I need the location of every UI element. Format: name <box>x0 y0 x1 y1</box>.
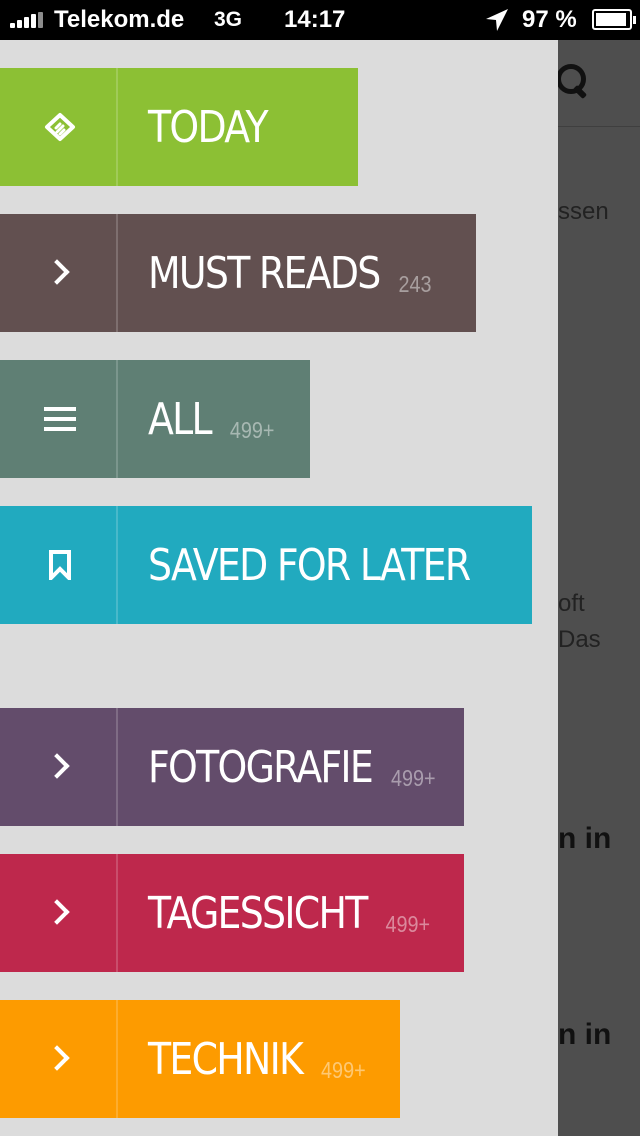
unread-count: 499+ <box>321 1056 366 1083</box>
nav-item-label: TODAY <box>148 68 269 186</box>
nav-item-title: ALL <box>148 393 213 445</box>
nav-item-label: SAVED FOR LATER <box>148 506 471 624</box>
status-time: 14:17 <box>284 6 346 33</box>
feed-snippet: n in <box>558 1018 612 1051</box>
nav-item-icon-cell <box>0 708 118 826</box>
feed-snippet: oft <box>558 590 585 617</box>
network-type: 3G <box>214 8 243 31</box>
battery-icon <box>592 9 636 30</box>
nav-item-label: TECHNIK 499+ <box>148 1000 366 1118</box>
search-icon[interactable] <box>558 64 592 100</box>
nav-item-technik[interactable]: TECHNIK 499+ <box>0 1000 400 1118</box>
list-icon <box>44 407 76 431</box>
chevron-right-icon[interactable] <box>46 752 76 782</box>
nav-item-today[interactable]: TODAY <box>0 68 358 186</box>
nav-item-must-reads[interactable]: MUST READS 243 <box>0 214 476 332</box>
nav-item-icon-cell <box>0 360 118 478</box>
bookmark-icon <box>49 550 71 580</box>
feed-snippet: n in <box>558 822 612 855</box>
nav-item-title: SAVED FOR LATER <box>148 539 471 591</box>
carrier-name: Telekom.de <box>54 6 185 33</box>
unread-count: 499+ <box>390 764 436 791</box>
nav-item-icon-cell <box>0 68 118 186</box>
feed-snippet: Das <box>558 626 601 653</box>
nav-item-saved-for-later[interactable]: SAVED FOR LATER <box>0 506 532 624</box>
nav-item-label: ALL 499+ <box>148 360 274 478</box>
nav-item-icon-cell <box>0 854 118 972</box>
status-bar: Telekom.de 3G 14:17 97 % <box>0 0 640 40</box>
navigation-drawer: TODAY MUST READS 243 ALL 499+ SAVED FOR … <box>0 40 558 1136</box>
nav-item-title: TODAY <box>148 101 269 153</box>
nav-item-label: FOTOGRAFIE 499+ <box>148 708 436 826</box>
nav-item-icon-cell <box>0 506 118 624</box>
chevron-right-icon[interactable] <box>46 1044 76 1074</box>
nav-item-title: TAGESSICHT <box>148 887 368 939</box>
chevron-right-icon[interactable] <box>46 258 76 288</box>
feed-divider <box>558 126 640 127</box>
nav-item-title: FOTOGRAFIE <box>148 741 374 793</box>
background-feed[interactable]: ssen oft Das n in n in <box>558 40 640 1136</box>
feedly-logo-icon <box>45 113 75 141</box>
nav-item-icon-cell <box>0 1000 118 1118</box>
location-arrow-icon <box>486 9 508 31</box>
unread-count: 243 <box>398 270 432 297</box>
nav-item-all[interactable]: ALL 499+ <box>0 360 310 478</box>
nav-item-icon-cell <box>0 214 118 332</box>
battery-percentage: 97 % <box>522 6 577 33</box>
unread-count: 499+ <box>385 910 431 937</box>
chevron-right-icon[interactable] <box>46 898 76 928</box>
nav-item-label: TAGESSICHT 499+ <box>148 854 430 972</box>
nav-item-title: TECHNIK <box>148 1033 304 1085</box>
nav-item-fotografie[interactable]: FOTOGRAFIE 499+ <box>0 708 464 826</box>
nav-item-tagessicht[interactable]: TAGESSICHT 499+ <box>0 854 464 972</box>
unread-count: 499+ <box>229 416 275 443</box>
signal-strength-icon <box>10 12 50 28</box>
nav-item-label: MUST READS 243 <box>148 214 431 332</box>
nav-item-title: MUST READS <box>148 247 381 299</box>
feed-snippet: ssen <box>558 198 609 225</box>
